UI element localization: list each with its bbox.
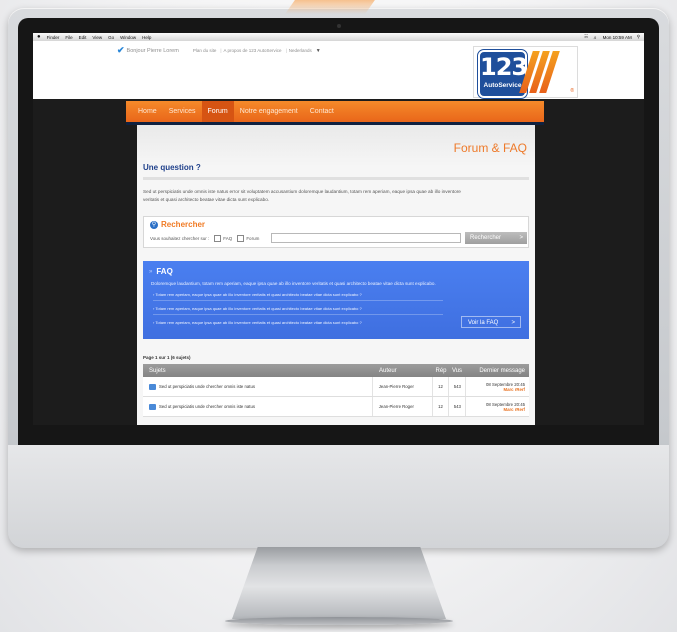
topic-views: 543 (448, 397, 465, 416)
nav-contact[interactable]: Contact (304, 101, 340, 122)
wifi-icon[interactable]: ☵ (584, 34, 588, 40)
mac-menubar: ● Finder File Edit View Go Window Help ☵… (33, 33, 644, 41)
nav-forum[interactable]: Forum (201, 101, 234, 122)
section-divider (143, 177, 529, 180)
main-nav: Home Services Forum Notre engagement Con… (126, 101, 544, 122)
col-header-replies[interactable]: Rép (433, 368, 449, 374)
faq-header: » FAQ (149, 267, 173, 276)
col-header-last[interactable]: Dernier message (465, 368, 529, 374)
double-chevron-icon: » (149, 268, 153, 275)
faq-description: Doloremque laudantium, totam rem aperiam… (151, 281, 436, 286)
menu-edit[interactable]: Edit (79, 35, 87, 40)
screen: ● Finder File Edit View Go Window Help ☵… (33, 33, 644, 425)
topic-title[interactable]: Sed ut perspiciatis unde chercher omnis … (159, 404, 255, 409)
faq-question[interactable]: Totam rem aperiam, eaque ipsa quae ab il… (153, 292, 361, 297)
topic-title[interactable]: Sed ut perspiciatis unde chercher omnis … (159, 384, 255, 389)
search-options: Vous souhaitez chercher sur : FAQ Forum (150, 235, 259, 242)
menu-file[interactable]: File (65, 35, 72, 40)
topic-replies: 12 (431, 377, 449, 396)
menu-view[interactable]: View (92, 35, 102, 40)
faq-divider (153, 314, 443, 315)
forum-checkbox[interactable] (237, 235, 245, 242)
intro-text: Sed ut perspiciatis unde omnis iste natu… (143, 189, 461, 202)
logo-stripes (519, 51, 566, 93)
orange-light-streak (285, 0, 375, 14)
col-header-views[interactable]: Vus (449, 368, 465, 374)
arrow-right-icon: > (519, 235, 523, 241)
language-select[interactable]: Nederlands (289, 48, 312, 53)
last-post-user[interactable]: Marc rRerf (466, 387, 525, 392)
last-post-cell: 08 Septembre 20:45 Marc rRerf (465, 397, 529, 416)
check-icon: ✔ (117, 45, 125, 55)
menu-finder[interactable]: Finder (47, 35, 60, 40)
search-title: Rechercher (161, 220, 206, 229)
speech-bubble-icon (149, 403, 156, 410)
topic-cell: Sed ut perspiciatis unde chercher omnis … (143, 383, 372, 390)
link-about[interactable]: A propos de 123 AutoService (224, 48, 282, 53)
faq-question[interactable]: Totam rem aperiam, eaque ipsa quae ab il… (153, 306, 361, 311)
camera-icon (337, 24, 341, 28)
col-header-subject[interactable]: Sujets (143, 368, 373, 374)
faq-question[interactable]: Totam rem aperiam, eaque ipsa quae ab il… (153, 320, 361, 325)
faq-checkbox[interactable] (214, 235, 222, 242)
volume-icon[interactable]: ♬ (593, 35, 598, 40)
logo-name: AutoService (483, 82, 522, 89)
menubar-clock[interactable]: Mon 10:59 AM (603, 35, 632, 40)
content-panel: Forum & FAQ Une question ? Sed ut perspi… (137, 125, 535, 425)
topic-replies: 12 (431, 397, 449, 416)
menu-help[interactable]: Help (142, 35, 151, 40)
topic-author: Jean-Pierre Roger (371, 377, 432, 396)
col-header-author[interactable]: Auteur (373, 368, 433, 374)
header-top-links: ✔ Bonjour Pierre Lorem Plan du site | A … (117, 45, 321, 56)
link-separator: | (285, 48, 287, 53)
logo-number: 123 (480, 53, 528, 81)
speech-bubble-icon (149, 383, 156, 390)
table-header: Sujets Auteur Rép Vus Dernier message (143, 364, 529, 377)
table-row[interactable]: Sed ut perspiciatis unde chercher omnis … (143, 397, 529, 417)
search-button[interactable]: Rechercher > (465, 232, 527, 244)
logo-registered: ® (570, 88, 574, 94)
faq-panel: » FAQ Doloremque laudantium, totam rem a… (143, 261, 529, 339)
imac-stand (232, 547, 446, 619)
arrow-right-icon: > (511, 320, 515, 326)
apple-icon[interactable]: ● (37, 34, 41, 40)
search-icon: ⚲ (150, 221, 158, 229)
view-faq-label: Voir la FAQ (468, 320, 499, 326)
faq-title: FAQ (156, 267, 173, 276)
menu-go[interactable]: Go (108, 35, 114, 40)
topic-views: 543 (448, 377, 465, 396)
forum-checkbox-label: Forum (246, 236, 260, 241)
spotlight-icon[interactable]: ⚲ (637, 34, 640, 40)
faq-checkbox-label: FAQ (223, 236, 233, 241)
chevron-down-icon[interactable]: ▼ (316, 48, 321, 54)
nav-services[interactable]: Services (163, 101, 202, 122)
section-title: Une question ? (143, 163, 201, 172)
view-faq-button[interactable]: Voir la FAQ > (461, 316, 521, 328)
last-post-cell: 08 Septembre 20:45 Marc rRerf (465, 377, 529, 396)
link-sitemap[interactable]: Plan du site (193, 48, 217, 53)
nav-engagement[interactable]: Notre engagement (234, 101, 304, 122)
last-post-user[interactable]: Marc rRerf (466, 407, 525, 412)
imac-chin (8, 445, 669, 548)
menu-window[interactable]: Window (120, 35, 136, 40)
brand-logo[interactable]: 123 AutoService ® (473, 46, 578, 99)
pagination-info: Page 1 sur 1 (6 sujets) (143, 355, 191, 360)
faq-divider (153, 300, 443, 301)
forum-table: Sujets Auteur Rép Vus Dernier message Se… (143, 364, 529, 417)
search-input[interactable] (271, 233, 461, 243)
search-panel: ⚲ Rechercher Vous souhaitez chercher sur… (143, 216, 529, 248)
link-separator: | (220, 48, 222, 53)
table-row[interactable]: Sed ut perspiciatis unde chercher omnis … (143, 377, 529, 397)
topic-author: Jean-Pierre Roger (371, 397, 432, 416)
user-greeting[interactable]: Bonjour Pierre Lorem (127, 48, 179, 54)
imac-stand-foot (225, 617, 453, 625)
topic-cell: Sed ut perspiciatis unde chercher omnis … (143, 403, 372, 410)
nav-home[interactable]: Home (132, 101, 163, 122)
search-button-label: Rechercher (470, 235, 502, 241)
search-scope-label: Vous souhaitez chercher sur : (150, 236, 210, 241)
page-title: Forum & FAQ (453, 141, 527, 155)
